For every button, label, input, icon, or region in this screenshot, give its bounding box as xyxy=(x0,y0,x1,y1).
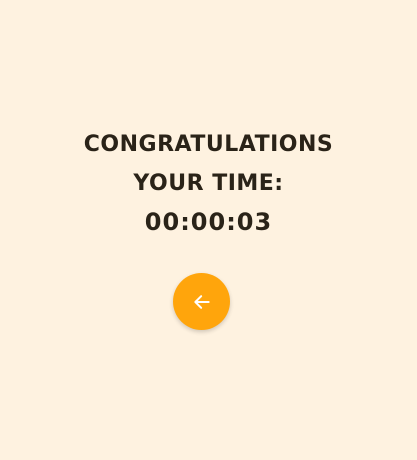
your-time-label: YOUR TIME: xyxy=(133,171,284,196)
result-screen: CONGRATULATIONS YOUR TIME: 00:00:03 xyxy=(0,0,417,460)
congratulations-heading: CONGRATULATIONS xyxy=(83,132,334,157)
elapsed-time-value: 00:00:03 xyxy=(144,208,273,236)
arrow-left-icon xyxy=(192,292,212,312)
back-button[interactable] xyxy=(173,273,230,330)
